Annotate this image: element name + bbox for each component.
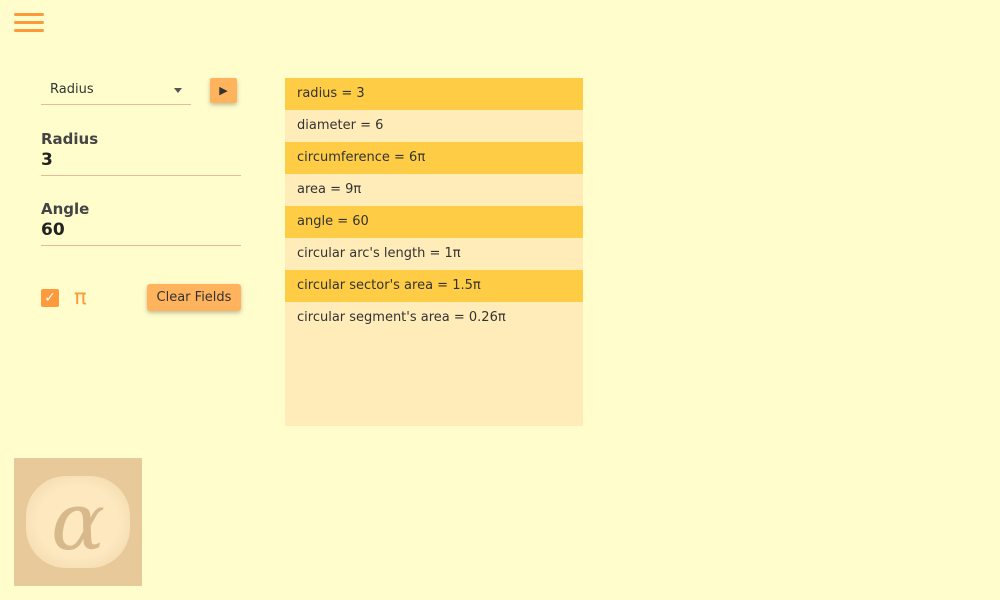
result-radius: radius = 3 [285,78,583,110]
result-circumference: circumference = 6π [285,142,583,174]
result-segment-area: circular segment's area = 0.26π [297,310,506,325]
clear-fields-button[interactable]: Clear Fields [147,284,241,311]
results-list: radius = 3 diameter = 6 circumference = … [285,78,583,426]
result-diameter: diameter = 6 [297,118,384,133]
result-sector-area: circular sector's area = 1.5π [285,270,583,302]
radius-field[interactable]: Radius 3 [41,130,241,176]
angle-label: Angle [41,200,90,218]
play-button[interactable]: ▶ [210,78,237,103]
angle-field[interactable]: Angle 60 [41,200,241,246]
alpha-logo: α [14,458,142,586]
result-area: area = 9π [297,182,362,197]
alpha-icon: α [26,476,130,568]
result-arc-length: circular arc's length = 1π [297,246,461,261]
mode-select[interactable]: Radius [41,76,191,105]
radius-label: Radius [41,130,99,148]
pi-checkbox[interactable]: ✓ [41,289,59,307]
result-angle: angle = 60 [285,206,583,238]
mode-select-value: Radius [50,82,94,97]
angle-input[interactable]: 60 [41,220,241,245]
radius-input[interactable]: 3 [41,150,241,175]
pi-label: π [74,285,87,309]
chevron-down-icon [174,88,182,97]
hamburger-menu-icon[interactable] [14,13,44,35]
